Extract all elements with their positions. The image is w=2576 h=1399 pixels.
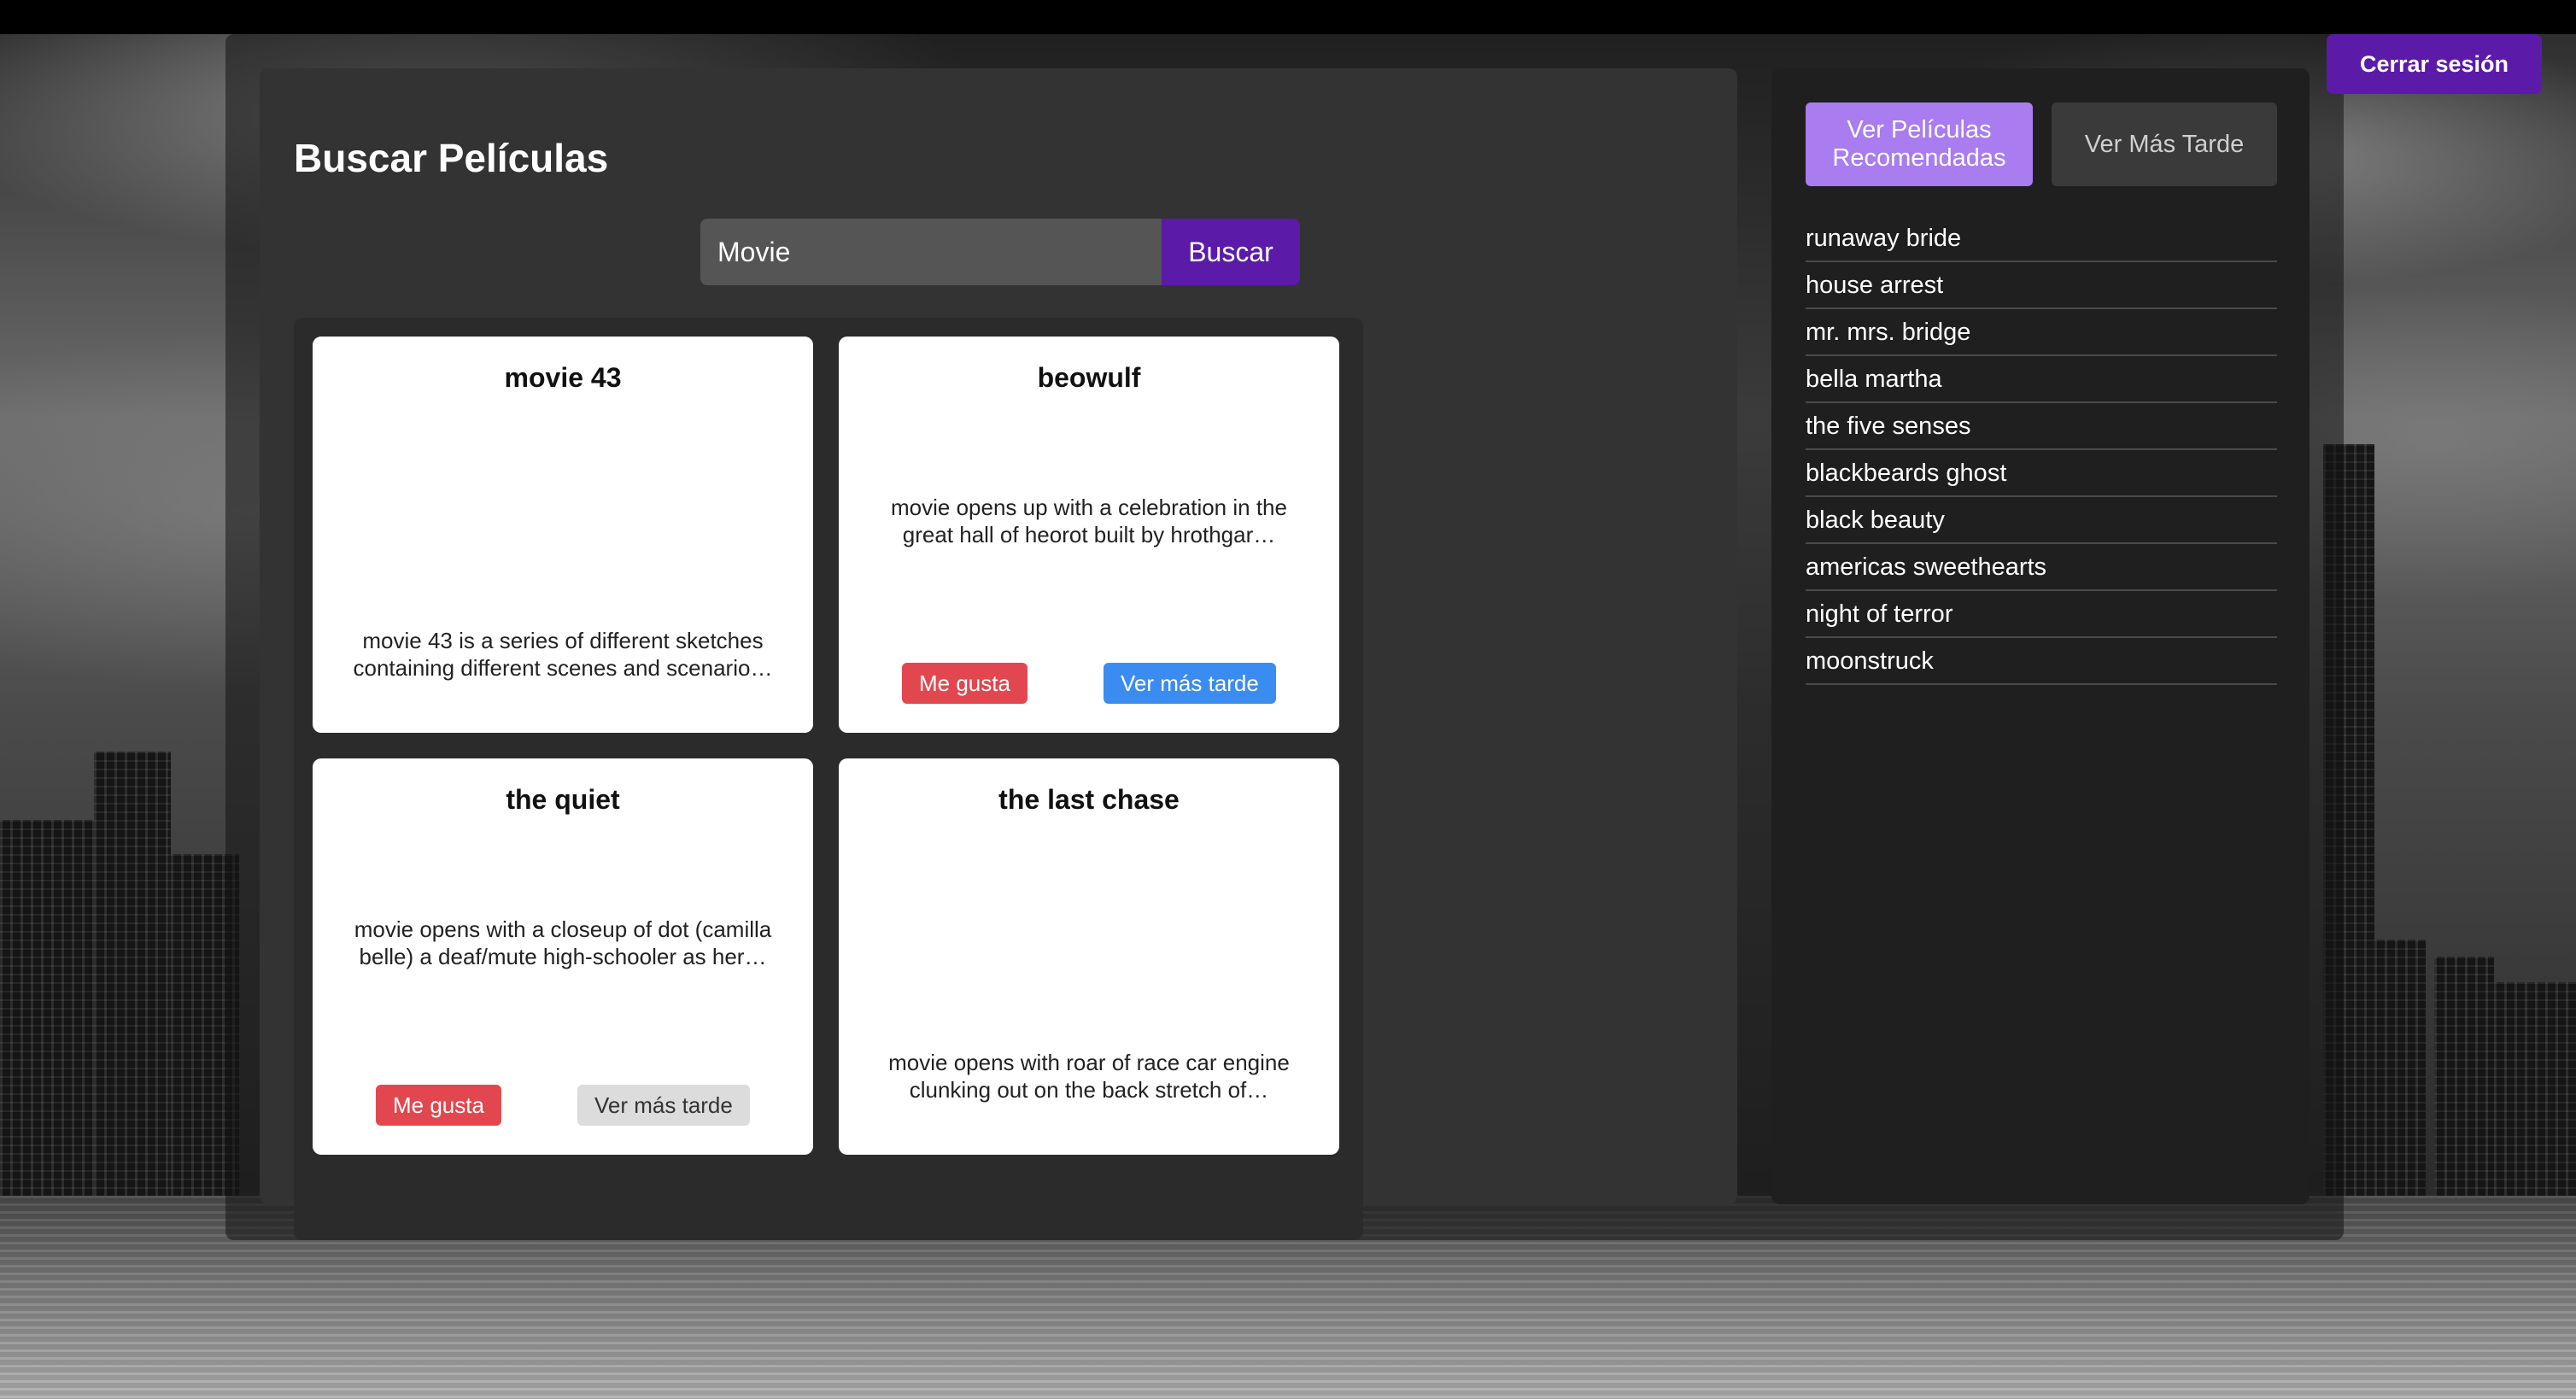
list-item[interactable]: the five senses: [1806, 403, 2277, 450]
logout-button[interactable]: Cerrar sesión: [2327, 34, 2542, 94]
watch-later-button[interactable]: Ver más tarde: [1104, 663, 1276, 704]
movie-card: beowulf movie opens up with a celebratio…: [839, 337, 1339, 733]
movie-description: movie opens with a closeup of dot (camil…: [354, 916, 772, 969]
movie-title: movie 43: [504, 362, 622, 393]
movie-card: movie 43 movie 43 is a series of differe…: [313, 337, 813, 733]
list-item[interactable]: blackbeards ghost: [1806, 450, 2277, 497]
tab-watch-later[interactable]: Ver Más Tarde: [2052, 102, 2277, 186]
movie-description: movie opens with roar of race car engine…: [888, 1050, 1290, 1103]
results-grid: movie 43 movie 43 is a series of differe…: [294, 318, 1363, 1240]
movie-title: the quiet: [506, 784, 620, 815]
movie-card: the last chase movie opens with roar of …: [839, 758, 1339, 1155]
top-bar: [0, 0, 2576, 34]
search-input[interactable]: [700, 219, 1162, 285]
like-button[interactable]: Me gusta: [902, 663, 1027, 704]
movie-description: movie 43 is a series of different sketch…: [353, 628, 773, 681]
search-button[interactable]: Buscar: [1162, 219, 1300, 285]
background-building: [94, 752, 171, 1196]
search-bar: Buscar: [700, 219, 1300, 285]
list-item[interactable]: moonstruck: [1806, 638, 2277, 685]
background-building: [0, 820, 94, 1196]
background-building: [2434, 957, 2494, 1196]
sidebar-panel: Ver Películas Recomendadas Ver Más Tarde…: [1771, 68, 2310, 1204]
background-building: [2494, 982, 2576, 1196]
movie-title: beowulf: [1037, 362, 1141, 393]
list-item[interactable]: mr. mrs. bridge: [1806, 309, 2277, 356]
page-title: Buscar Películas: [294, 136, 609, 180]
search-panel: Buscar Películas Buscar movie 43 movie 4…: [260, 68, 1737, 1240]
tab-recommended[interactable]: Ver Películas Recomendadas: [1806, 102, 2033, 186]
list-item[interactable]: black beauty: [1806, 497, 2277, 544]
list-item[interactable]: americas sweethearts: [1806, 544, 2277, 591]
list-item[interactable]: house arrest: [1806, 262, 2277, 309]
list-item[interactable]: runaway bride: [1806, 215, 2277, 262]
movie-card: the quiet movie opens with a closeup of …: [313, 758, 813, 1155]
movie-title: the last chase: [998, 784, 1180, 815]
list-item[interactable]: night of terror: [1806, 591, 2277, 638]
movie-description: movie opens up with a celebration in the…: [891, 495, 1287, 547]
watch-later-button[interactable]: Ver más tarde: [577, 1085, 750, 1126]
background-building: [2374, 939, 2426, 1196]
like-button[interactable]: Me gusta: [376, 1085, 501, 1126]
list-item[interactable]: bella martha: [1806, 356, 2277, 403]
recommended-list: runaway bride house arrest mr. mrs. brid…: [1806, 215, 2277, 685]
